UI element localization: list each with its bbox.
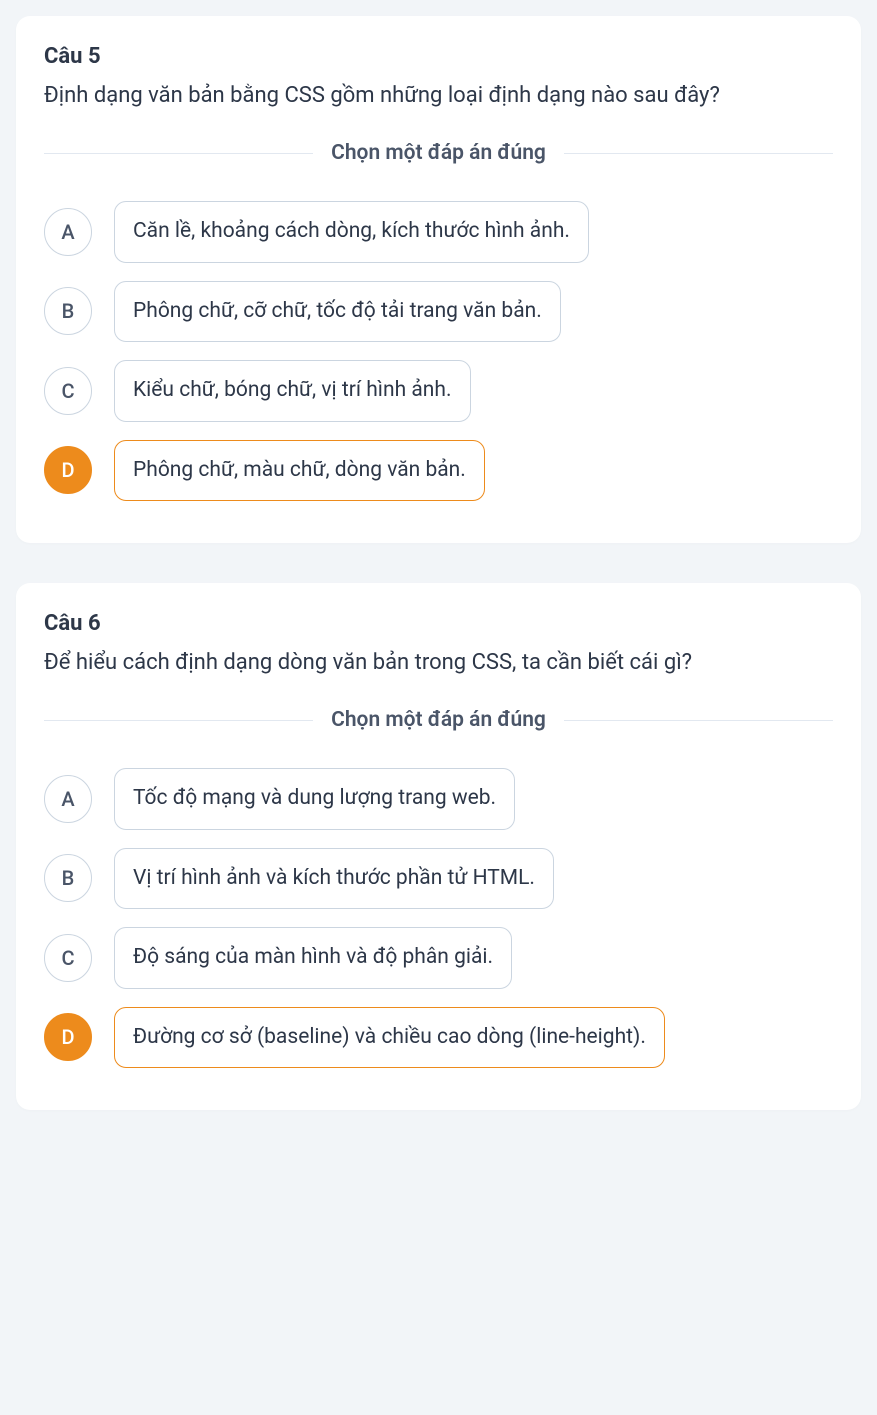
question-card: Câu 5 Định dạng văn bản bằng CSS gồm nhữ… xyxy=(16,16,861,543)
divider xyxy=(564,153,833,154)
option-text-c[interactable]: Độ sáng của màn hình và độ phân giải. xyxy=(114,927,512,989)
option-row: A Tốc độ mạng và dung lượng trang web. xyxy=(44,768,833,830)
option-row: A Căn lề, khoảng cách dòng, kích thước h… xyxy=(44,201,833,263)
option-text-a[interactable]: Tốc độ mạng và dung lượng trang web. xyxy=(114,768,515,830)
question-card: Câu 6 Để hiểu cách định dạng dòng văn bả… xyxy=(16,583,861,1110)
option-letter-a[interactable]: A xyxy=(44,775,92,823)
option-row: B Phông chữ, cỡ chữ, tốc độ tải trang vă… xyxy=(44,281,833,343)
option-row: C Kiểu chữ, bóng chữ, vị trí hình ảnh. xyxy=(44,360,833,422)
option-text-d[interactable]: Đường cơ sở (baseline) và chiều cao dòng… xyxy=(114,1007,665,1069)
option-text-c[interactable]: Kiểu chữ, bóng chữ, vị trí hình ảnh. xyxy=(114,360,471,422)
option-row: D Đường cơ sở (baseline) và chiều cao dò… xyxy=(44,1007,833,1069)
divider xyxy=(564,720,833,721)
option-letter-b[interactable]: B xyxy=(44,854,92,902)
option-letter-b[interactable]: B xyxy=(44,287,92,335)
question-number: Câu 6 xyxy=(44,611,833,636)
instruction-label: Chọn một đáp án đúng xyxy=(313,708,564,732)
question-number: Câu 5 xyxy=(44,44,833,69)
option-letter-d[interactable]: D xyxy=(44,446,92,494)
option-text-d[interactable]: Phông chữ, màu chữ, dòng văn bản. xyxy=(114,440,485,502)
option-letter-c[interactable]: C xyxy=(44,367,92,415)
instruction-row: Chọn một đáp án đúng xyxy=(44,141,833,165)
option-text-b[interactable]: Phông chữ, cỡ chữ, tốc độ tải trang văn … xyxy=(114,281,561,343)
divider xyxy=(44,153,313,154)
option-row: C Độ sáng của màn hình và độ phân giải. xyxy=(44,927,833,989)
option-letter-a[interactable]: A xyxy=(44,208,92,256)
option-row: B Vị trí hình ảnh và kích thước phần tử … xyxy=(44,848,833,910)
divider xyxy=(44,720,313,721)
question-text: Để hiểu cách định dạng dòng văn bản tron… xyxy=(44,646,833,680)
instruction-label: Chọn một đáp án đúng xyxy=(313,141,564,165)
option-row: D Phông chữ, màu chữ, dòng văn bản. xyxy=(44,440,833,502)
option-text-b[interactable]: Vị trí hình ảnh và kích thước phần tử HT… xyxy=(114,848,554,910)
option-letter-c[interactable]: C xyxy=(44,934,92,982)
option-text-a[interactable]: Căn lề, khoảng cách dòng, kích thước hìn… xyxy=(114,201,589,263)
option-letter-d[interactable]: D xyxy=(44,1013,92,1061)
question-text: Định dạng văn bản bằng CSS gồm những loạ… xyxy=(44,79,833,113)
instruction-row: Chọn một đáp án đúng xyxy=(44,708,833,732)
